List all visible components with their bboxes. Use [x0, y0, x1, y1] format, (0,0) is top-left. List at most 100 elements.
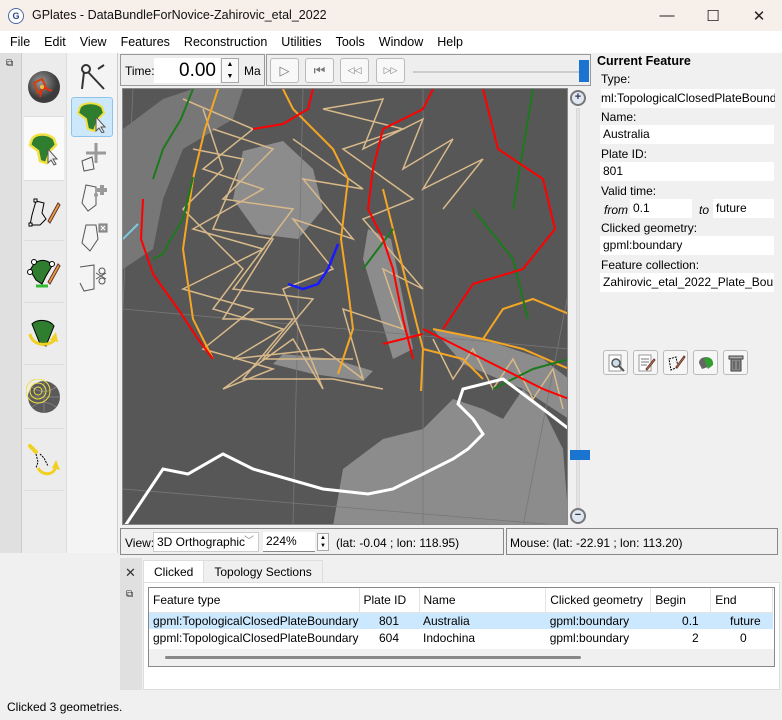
small-circle-category[interactable]	[24, 365, 64, 429]
close-panel-icon[interactable]: ✕	[125, 565, 136, 581]
projection-select[interactable]: 3D Orthographic ﹀	[153, 532, 259, 552]
zoom-slider-bar: + −	[568, 88, 590, 525]
menu-help[interactable]: Help	[430, 31, 470, 53]
valid-time-label: Valid time:	[601, 184, 657, 198]
cell-clicked-geometry: gpml:boundary	[549, 630, 630, 645]
column-header-feature-type[interactable]: Feature type	[149, 588, 360, 613]
cell-begin: 2	[692, 630, 699, 645]
bottom-tabs: Clicked Topology Sections	[143, 560, 323, 583]
pole-rotate-icon	[28, 319, 58, 347]
move-vertex-tool[interactable]	[71, 137, 113, 177]
column-header-plate-id[interactable]: Plate ID	[359, 588, 420, 613]
spin-up-icon[interactable]: ▲	[320, 535, 326, 541]
zoom-out-icon[interactable]: −	[570, 508, 586, 524]
cell-feature-type: gpml:TopologicalClosedPlateBoundary	[153, 630, 359, 645]
reset-icon: ⏮	[313, 62, 326, 78]
spin-up-icon[interactable]: ▲	[227, 61, 234, 68]
zoom-in-icon[interactable]: +	[570, 90, 586, 106]
float-dock-icon[interactable]: ⧉	[126, 589, 133, 600]
pole-manipulation-category[interactable]	[24, 303, 64, 365]
menu-edit[interactable]: Edit	[37, 31, 73, 53]
view-label: View:	[125, 536, 155, 550]
status-message: Clicked 3 geometries.	[7, 700, 123, 714]
cell-end: 0	[740, 630, 747, 645]
zoom-level-input[interactable]: 224%	[263, 532, 315, 552]
menu-window[interactable]: Window	[372, 31, 430, 53]
feature-collection-field[interactable]: Zahirovic_etal_2022_Plate_Boundar	[600, 273, 774, 292]
globe-map	[123, 89, 567, 524]
name-field[interactable]: Australia	[600, 125, 774, 144]
play-icon: ▷	[279, 62, 290, 78]
hellinger-fit-category[interactable]	[24, 429, 64, 491]
query-feature-button[interactable]	[603, 350, 628, 375]
click-geometry-tool[interactable]	[71, 97, 113, 137]
measure-distance-tool[interactable]	[71, 57, 113, 97]
spin-down-icon[interactable]: ▼	[320, 543, 326, 549]
projection-value: 3D Orthographic	[157, 535, 246, 549]
digitisation-category[interactable]	[24, 181, 64, 241]
insert-vertex-tool[interactable]	[71, 177, 113, 217]
float-dock-icon[interactable]: ⧉	[6, 58, 13, 69]
valid-to-field[interactable]: future	[713, 199, 774, 218]
step-back-button[interactable]: ◁◁	[340, 58, 369, 83]
valid-from-field[interactable]: 0.1	[630, 199, 692, 218]
window-title: GPlates - DataBundleForNovice-Zahirovic_…	[32, 8, 327, 22]
menu-tools[interactable]: Tools	[329, 31, 372, 53]
step-forward-button[interactable]: ▷▷	[376, 58, 405, 83]
plate-id-field[interactable]: 801	[600, 162, 774, 181]
animation-slider-track[interactable]	[413, 71, 581, 73]
menu-view[interactable]: View	[73, 31, 114, 53]
edit-geometry-button[interactable]	[663, 350, 688, 375]
time-spinbox[interactable]: ▲ ▼	[221, 58, 239, 83]
delete-vertex-tool[interactable]	[71, 217, 113, 257]
spin-down-icon[interactable]: ▼	[227, 73, 234, 80]
reconstruct-globe-category[interactable]	[24, 57, 64, 117]
current-feature-title: Current Feature	[597, 54, 691, 68]
table-row[interactable]: gpml:TopologicalClosedPlateBoundary 801 …	[149, 612, 773, 629]
zoom-slider-handle[interactable]	[570, 450, 590, 460]
animation-toolbar: ▷ ⏮ ◁◁ ▷▷	[266, 54, 591, 86]
current-feature-panel: Current Feature Type: ml:TopologicalClos…	[592, 53, 782, 528]
time-input[interactable]: 0.00	[154, 58, 220, 83]
land-australia	[333, 389, 567, 524]
scrollbar-thumb[interactable]	[165, 656, 581, 659]
cell-begin: 0.1	[650, 612, 711, 629]
menu-reconstruction[interactable]: Reconstruction	[177, 31, 274, 53]
magnifier-document-icon	[608, 354, 625, 372]
insert-vertex-icon	[81, 184, 107, 212]
column-header-name[interactable]: Name	[419, 588, 547, 613]
fit-rotation-icon	[28, 443, 60, 475]
menu-utilities[interactable]: Utilities	[274, 31, 328, 53]
feature-inspection-category[interactable]	[24, 117, 64, 181]
menu-file[interactable]: File	[3, 31, 37, 53]
zoom-spinbox[interactable]: ▲ ▼	[317, 533, 329, 551]
column-header-clicked-geometry[interactable]: Clicked geometry	[545, 588, 652, 613]
zoom-slider-track[interactable]	[576, 108, 580, 508]
globe-canvas[interactable]	[122, 88, 568, 525]
menu-features[interactable]: Features	[114, 31, 177, 53]
play-button[interactable]: ▷	[270, 58, 299, 83]
cell-plate-id: 801	[359, 612, 419, 629]
animation-slider-handle[interactable]	[579, 60, 589, 82]
type-field[interactable]: ml:TopologicalClosedPlateBoundary	[601, 89, 775, 108]
horizontal-scrollbar[interactable]	[149, 649, 774, 666]
split-feature-tool[interactable]	[71, 257, 113, 297]
clicked-geometry-field[interactable]: gpml:boundary	[600, 236, 774, 255]
close-button[interactable]: ✕	[736, 0, 782, 31]
to-label: to	[699, 203, 710, 217]
tab-topology-sections[interactable]: Topology Sections	[203, 560, 323, 583]
clicked-tab-pane: Feature type Plate ID Name Clicked geome…	[143, 582, 780, 690]
reset-to-start-button[interactable]: ⏮	[305, 58, 334, 83]
minimize-button[interactable]: —	[644, 0, 690, 31]
menu-bar: File Edit View Features Reconstruction U…	[0, 31, 782, 53]
table-row[interactable]: gpml:TopologicalClosedPlateBoundary 604 …	[149, 629, 773, 646]
change-feature-type-button[interactable]	[693, 350, 718, 375]
tab-clicked[interactable]: Clicked	[143, 560, 205, 583]
column-header-begin[interactable]: Begin	[650, 588, 712, 613]
view-status-bar: View: 3D Orthographic ﹀ 224% ▲ ▼ (lat: -0…	[120, 528, 504, 555]
column-header-end[interactable]: End	[710, 588, 774, 613]
topology-category[interactable]	[24, 241, 64, 303]
edit-feature-button[interactable]	[633, 350, 658, 375]
delete-feature-button[interactable]	[723, 350, 748, 375]
maximize-button[interactable]: ☐	[690, 0, 736, 31]
